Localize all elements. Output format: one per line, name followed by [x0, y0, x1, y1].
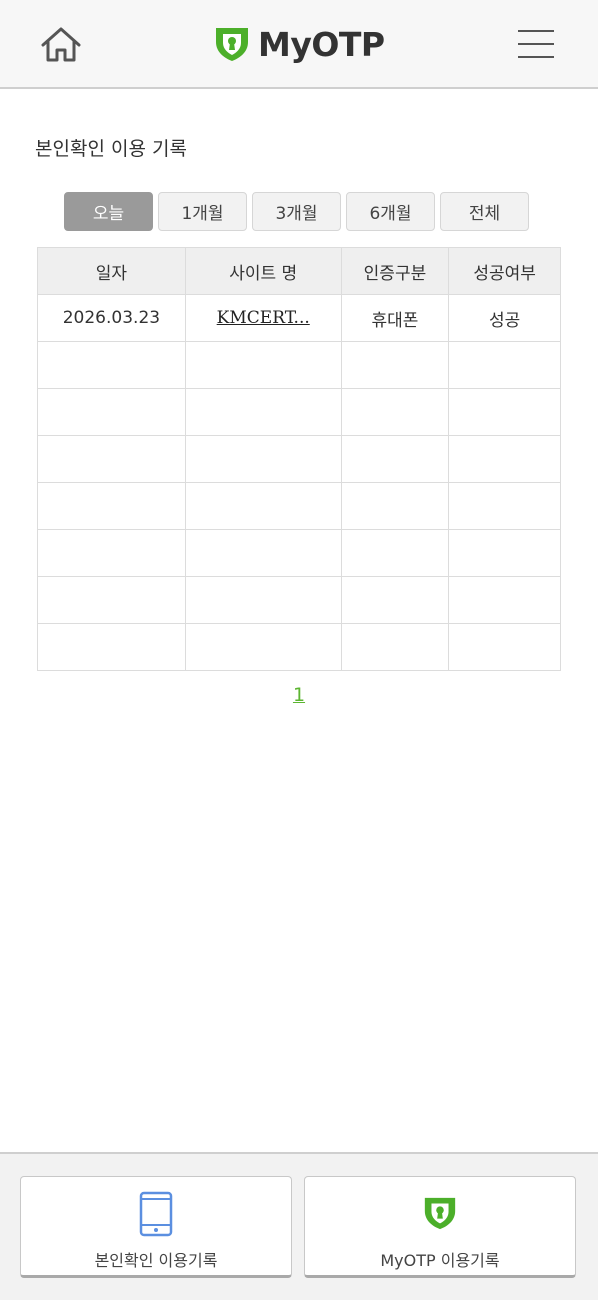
table-row-empty — [37, 435, 561, 483]
cell-site: KMCERT... — [184, 294, 342, 342]
tab-3-months[interactable]: 3개월 — [252, 192, 341, 231]
otp-history-label: MyOTP 이용기록 — [380, 1251, 500, 1270]
tab-all[interactable]: 전체 — [440, 192, 529, 231]
table-row-empty — [37, 482, 561, 530]
table-row-empty — [37, 576, 561, 624]
page-link-1[interactable]: 1 — [293, 684, 305, 706]
cell-auth-type: 휴대폰 — [340, 294, 450, 342]
shield-keyhole-icon — [424, 1197, 456, 1230]
table-row-empty — [37, 623, 561, 671]
period-tabs: 오늘 1개월 3개월 6개월 전체 — [64, 192, 529, 231]
tab-6-months[interactable]: 6개월 — [346, 192, 435, 231]
cell-result: 성공 — [448, 294, 561, 342]
column-header-date: 일자 — [37, 247, 186, 295]
column-header-auth-type: 인증구분 — [340, 247, 450, 295]
site-link[interactable]: KMCERT... — [217, 308, 310, 328]
menu-button[interactable] — [518, 28, 554, 60]
column-header-site: 사이트 명 — [184, 247, 342, 295]
myotp-logo[interactable]: MyOTP — [214, 22, 385, 66]
app-header: MyOTP — [0, 0, 598, 89]
history-table: 일자 사이트 명 인증구분 성공여부 2026.03.23 KMCERT... … — [37, 247, 561, 671]
home-button[interactable] — [40, 26, 82, 64]
identity-history-button[interactable]: 본인확인 이용기록 — [20, 1176, 292, 1278]
pagination: 1 — [0, 684, 598, 706]
smartphone-icon — [139, 1191, 173, 1237]
logo-text: MyOTP — [258, 24, 385, 64]
table-row-empty — [37, 341, 561, 389]
table-row: 2026.03.23 KMCERT... 휴대폰 성공 — [37, 294, 561, 342]
shield-keyhole-icon — [216, 28, 248, 61]
home-icon — [41, 27, 81, 62]
identity-history-label: 본인확인 이용기록 — [94, 1251, 218, 1270]
bottom-nav: 본인확인 이용기록 MyOTP 이용기록 — [0, 1152, 598, 1300]
tab-today[interactable]: 오늘 — [64, 192, 153, 231]
column-header-result: 성공여부 — [448, 247, 561, 295]
table-header-row: 일자 사이트 명 인증구분 성공여부 — [37, 247, 561, 295]
table-row-empty — [37, 529, 561, 577]
page-title: 본인확인 이용 기록 — [35, 138, 187, 160]
table-row-empty — [37, 388, 561, 436]
cell-date: 2026.03.23 — [37, 294, 186, 342]
otp-history-button[interactable]: MyOTP 이용기록 — [304, 1176, 576, 1278]
tab-1-month[interactable]: 1개월 — [158, 192, 247, 231]
